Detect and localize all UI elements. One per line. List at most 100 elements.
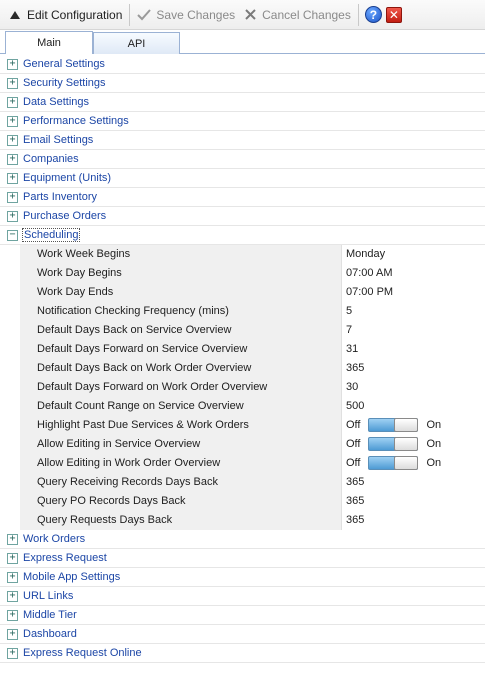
edit-configuration-label: Edit Configuration (27, 7, 123, 22)
property-name: Query Requests Days Back (20, 510, 342, 530)
section-label: Data Settings (23, 96, 90, 108)
tab-api[interactable]: API (93, 32, 180, 54)
toggle-off-label: Off (346, 419, 361, 431)
property-gutter (0, 282, 20, 302)
property-value[interactable]: 5 (342, 301, 485, 321)
section-label: Work Orders (23, 533, 86, 545)
settings-section[interactable]: + Express Request Online (0, 644, 485, 663)
x-icon (243, 8, 257, 22)
section-label: Companies (23, 153, 79, 165)
save-changes-button[interactable]: Save Changes (133, 3, 239, 27)
edit-configuration-button[interactable]: Edit Configuration (4, 3, 126, 27)
expand-icon[interactable]: + (7, 191, 18, 203)
expand-icon[interactable]: + (7, 115, 18, 127)
settings-section[interactable]: + General Settings (0, 55, 485, 74)
property-value[interactable]: 30 (342, 377, 485, 397)
help-icon[interactable]: ? (364, 6, 382, 23)
section-label: Email Settings (23, 134, 94, 146)
toggle-knob[interactable] (394, 437, 419, 451)
toggle-knob[interactable] (394, 418, 419, 432)
settings-section[interactable]: − Scheduling (0, 226, 485, 245)
property-value[interactable]: 365 (342, 472, 485, 492)
property-row: Query Requests Days Back 365 (0, 510, 485, 530)
tab-main[interactable]: Main (5, 31, 93, 54)
settings-section[interactable]: + Middle Tier (0, 606, 485, 625)
settings-section[interactable]: + Work Orders (0, 530, 485, 549)
toggle-on-label: On (426, 438, 442, 450)
property-value[interactable]: 365 (342, 510, 485, 530)
property-gutter (0, 263, 20, 283)
expand-icon[interactable]: + (7, 153, 18, 165)
section-label: Express Request Online (23, 647, 142, 659)
settings-section[interactable]: + Email Settings (0, 131, 485, 150)
property-value[interactable]: 365 (342, 358, 485, 378)
expand-icon[interactable]: + (7, 533, 18, 545)
property-row: Default Days Forward on Service Overview… (0, 339, 485, 359)
settings-section[interactable]: + Dashboard (0, 625, 485, 644)
expand-icon[interactable]: + (7, 628, 18, 640)
toggle-on-label: On (426, 419, 442, 431)
property-value[interactable]: 7 (342, 320, 485, 340)
expand-icon[interactable]: + (7, 552, 18, 564)
property-value[interactable]: 365 (342, 491, 485, 511)
tab-strip: Main API (0, 30, 485, 54)
settings-section[interactable]: + Purchase Orders (0, 207, 485, 226)
expand-icon[interactable]: + (7, 172, 18, 184)
settings-section[interactable]: + Companies (0, 150, 485, 169)
settings-section[interactable]: + URL Links (0, 587, 485, 606)
property-row: Default Days Forward on Work Order Overv… (0, 377, 485, 397)
toggle-switch[interactable] (368, 418, 419, 432)
property-value[interactable]: 07:00 PM (342, 282, 485, 302)
settings-section[interactable]: + Express Request (0, 549, 485, 568)
checkmark-icon (137, 8, 152, 22)
settings-section[interactable]: + Performance Settings (0, 112, 485, 131)
property-gutter (0, 320, 20, 340)
property-name: Default Days Forward on Service Overview (20, 339, 342, 359)
toggle-knob[interactable] (394, 456, 419, 470)
close-icon[interactable]: ✕ (385, 6, 402, 23)
settings-section[interactable]: + Data Settings (0, 93, 485, 112)
property-value[interactable]: Monday (342, 244, 485, 264)
property-gutter (0, 396, 20, 416)
property-row: Notification Checking Frequency (mins) 5 (0, 301, 485, 321)
section-label: Scheduling (21, 228, 81, 242)
settings-section[interactable]: + Parts Inventory (0, 188, 485, 207)
expand-icon[interactable]: + (7, 609, 18, 621)
expand-icon[interactable]: + (7, 210, 18, 222)
expand-icon[interactable]: + (7, 647, 18, 659)
property-name: Default Days Back on Work Order Overview (20, 358, 342, 378)
property-row: Work Day Begins 07:00 AM (0, 263, 485, 283)
settings-section[interactable]: + Equipment (Units) (0, 169, 485, 188)
property-name: Highlight Past Due Services & Work Order… (20, 415, 342, 435)
property-name: Work Week Begins (20, 244, 342, 264)
cancel-changes-button[interactable]: Cancel Changes (239, 3, 355, 27)
expand-icon[interactable]: + (7, 590, 18, 602)
settings-section[interactable]: + Security Settings (0, 74, 485, 93)
toggle-on-label: On (426, 457, 442, 469)
property-value[interactable]: 500 (342, 396, 485, 416)
property-row: Work Day Ends 07:00 PM (0, 282, 485, 302)
property-value[interactable]: 07:00 AM (342, 263, 485, 283)
toggle-switch[interactable] (368, 456, 419, 470)
property-toggle-cell: Off On (342, 415, 485, 435)
property-row: Query Receiving Records Days Back 365 (0, 472, 485, 492)
toggle-switch[interactable] (368, 437, 419, 451)
property-toggle-cell: Off On (342, 453, 485, 473)
property-gutter (0, 510, 20, 530)
collapse-icon[interactable]: − (7, 229, 18, 241)
property-value[interactable]: 31 (342, 339, 485, 359)
expand-icon[interactable]: + (7, 58, 18, 70)
property-gutter (0, 491, 20, 511)
property-row: Allow Editing in Service Overview Off On (0, 434, 485, 454)
section-label: Security Settings (23, 77, 106, 89)
toggle-off-label: Off (346, 438, 361, 450)
expand-icon[interactable]: + (7, 571, 18, 583)
settings-tree: + General Settings + Security Settings + Data… (0, 55, 485, 663)
property-name: Notification Checking Frequency (mins) (20, 301, 342, 321)
expand-icon[interactable]: + (7, 134, 18, 146)
expand-icon[interactable]: + (7, 96, 18, 108)
expand-icon[interactable]: + (7, 77, 18, 89)
property-row: Default Days Back on Service Overview 7 (0, 320, 485, 340)
tab-main-label: Main (37, 37, 61, 49)
settings-section[interactable]: + Mobile App Settings (0, 568, 485, 587)
